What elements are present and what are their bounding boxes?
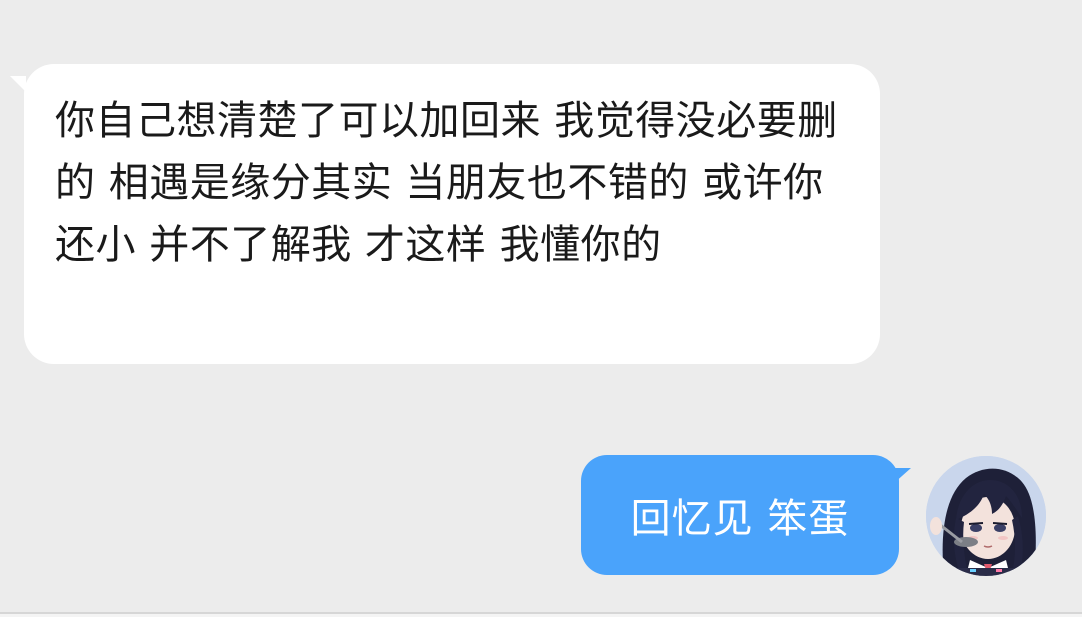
chat-area[interactable]: 你自己想清楚了可以加回来 我觉得没必要删的 相遇是缘分其实 当朋友也不错的 或许…: [0, 0, 1082, 612]
outgoing-message-bubble[interactable]: 回忆见 笨蛋: [581, 455, 899, 575]
incoming-message-text: 你自己想清楚了可以加回来 我觉得没必要删的 相遇是缘分其实 当朋友也不错的 或许…: [55, 98, 838, 268]
outgoing-message-text: 回忆见 笨蛋: [630, 496, 850, 542]
user-avatar[interactable]: [926, 456, 1046, 576]
incoming-message-bubble[interactable]: 你自己想清楚了可以加回来 我觉得没必要删的 相遇是缘分其实 当朋友也不错的 或许…: [24, 64, 880, 364]
outgoing-bubble-tail: [893, 468, 911, 484]
anime-girl-avatar-icon: [926, 456, 1046, 576]
